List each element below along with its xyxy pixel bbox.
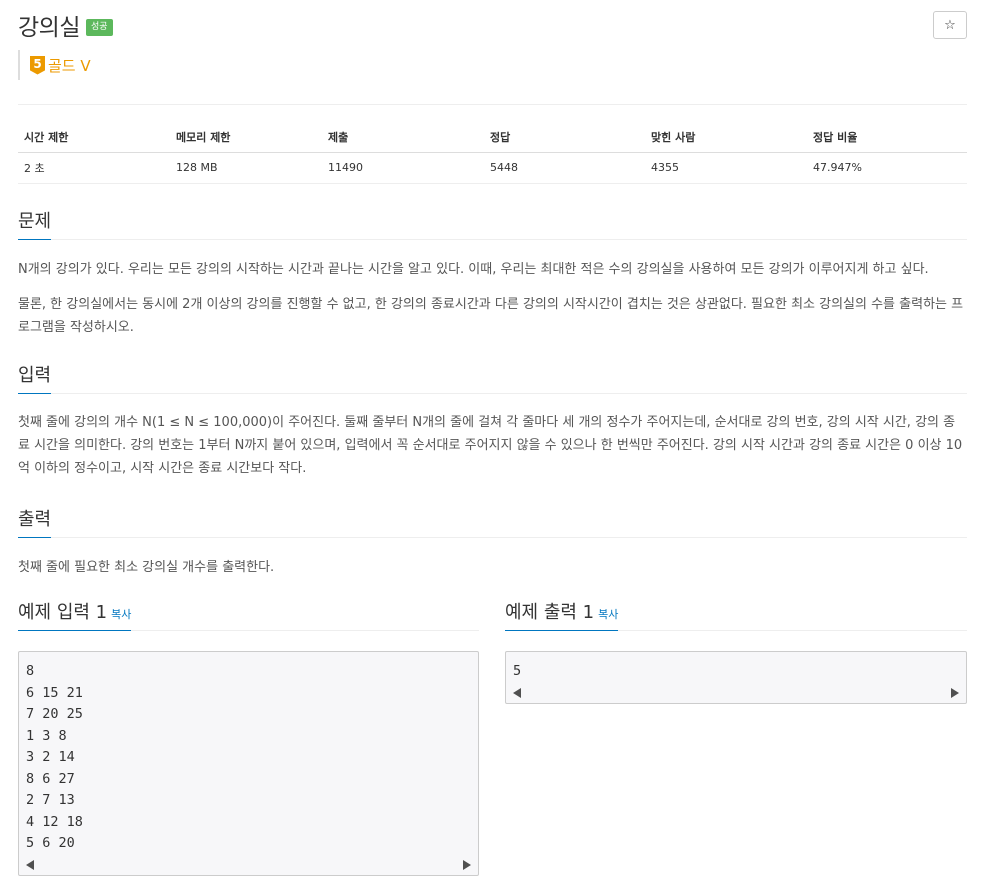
sample-input-box[interactable]: 8 6 15 21 7 20 25 1 3 8 3 2 14 8 6 27 2 … (18, 651, 479, 876)
sample-input-line: 1 3 8 (26, 727, 67, 744)
header-time-limit: 시간 제한 (18, 122, 170, 153)
status-badge: 성공 (85, 18, 113, 36)
tier-label[interactable]: 골드 V (48, 55, 91, 76)
star-button[interactable]: ☆ (933, 11, 967, 39)
problem-section-title: 문제 (18, 207, 52, 240)
input-description: 첫째 줄에 강의의 개수 N(1 ≤ N ≤ 100,000)이 주어진다. 둘… (18, 411, 967, 480)
sample-input-column: 예제 입력 1 복사 8 6 15 21 7 20 25 1 3 8 3 2 14… (18, 598, 479, 876)
header-accepted: 정답 (484, 122, 645, 153)
output-paragraph: 첫째 줄에 필요한 최소 강의실 개수를 출력한다. (18, 560, 275, 575)
sample-input-line: 4 12 18 (26, 813, 83, 830)
tier-icon: 5 (30, 55, 45, 75)
sample-input-line: 3 2 14 (26, 749, 75, 765)
horizontal-scrollbar[interactable] (26, 855, 471, 875)
sample-input-line: 6 15 21 (26, 684, 83, 701)
star-icon: ☆ (944, 17, 956, 33)
title-row: 강의실 성공 (18, 9, 113, 41)
output-section-title: 출력 (18, 505, 52, 538)
sample-input-line: 7 20 25 (26, 706, 83, 722)
table-row: 2 초 128 MB 11490 5448 4355 47.947% (18, 152, 967, 184)
header-submissions: 제출 (322, 122, 484, 153)
copy-input-button[interactable]: 복사 (111, 608, 131, 621)
scroll-right-icon[interactable] (463, 859, 471, 870)
accepted-value[interactable]: 5448 (484, 152, 645, 184)
sample-output-line: 5 (513, 663, 522, 679)
output-section-header: 출력 (18, 505, 967, 538)
time-limit-value: 2 초 (18, 152, 170, 184)
sample-input-title-wrap: 예제 입력 1 복사 (18, 598, 132, 631)
memory-limit-value: 128 MB (170, 152, 322, 184)
ratio-value: 47.947% (807, 152, 967, 184)
input-section-title: 입력 (18, 361, 52, 394)
sample-input-line: 5 6 20 (26, 835, 75, 851)
tier-row: 5 골드 V (18, 50, 91, 80)
page-title: 강의실 (18, 15, 80, 41)
problem-section-header: 문제 (18, 207, 967, 240)
sample-input-line: 8 (26, 663, 35, 679)
solvers-value[interactable]: 4355 (645, 152, 807, 184)
problem-info-table: 시간 제한 메모리 제한 제출 정답 맞힌 사람 정답 비율 2 초 128 M… (18, 122, 967, 184)
header-memory-limit: 메모리 제한 (170, 122, 322, 153)
problem-paragraph-1: N개의 강의가 있다. 우리는 모든 강의의 시작하는 시간과 끝나는 시간을 … (18, 262, 929, 277)
input-section-header: 입력 (18, 361, 967, 394)
sample-output-column: 예제 출력 1 복사 5 (505, 598, 967, 704)
divider (18, 104, 967, 105)
output-description: 첫째 줄에 필요한 최소 강의실 개수를 출력한다. (18, 556, 967, 579)
sample-output-box[interactable]: 5 (505, 651, 967, 704)
sample-input-header: 예제 입력 1 복사 (18, 598, 479, 631)
copy-output-button[interactable]: 복사 (598, 608, 618, 621)
horizontal-scrollbar[interactable] (513, 683, 959, 703)
sample-output-header: 예제 출력 1 복사 (505, 598, 967, 631)
problem-description: N개의 강의가 있다. 우리는 모든 강의의 시작하는 시간과 끝나는 시간을 … (18, 258, 967, 339)
problem-paragraph-2: 물론, 한 강의실에서는 동시에 2개 이상의 강의를 진행할 수 없고, 한 … (18, 297, 964, 335)
scroll-left-icon[interactable] (513, 687, 521, 698)
table-header-row: 시간 제한 메모리 제한 제출 정답 맞힌 사람 정답 비율 (18, 122, 967, 153)
header-solvers: 맞힌 사람 (645, 122, 807, 153)
sample-input-line: 8 6 27 (26, 770, 75, 787)
submissions-value[interactable]: 11490 (322, 152, 484, 184)
sample-output-title-wrap: 예제 출력 1 복사 (505, 598, 619, 631)
sample-input-title: 예제 입력 1 (18, 602, 108, 623)
scroll-right-icon[interactable] (951, 687, 959, 698)
header-ratio: 정답 비율 (807, 122, 967, 153)
scroll-left-icon[interactable] (26, 859, 34, 870)
sample-output-title: 예제 출력 1 (505, 602, 595, 623)
sample-input-line: 2 7 13 (26, 792, 75, 808)
input-paragraph: 첫째 줄에 강의의 개수 N(1 ≤ N ≤ 100,000)이 주어진다. 둘… (18, 415, 963, 476)
